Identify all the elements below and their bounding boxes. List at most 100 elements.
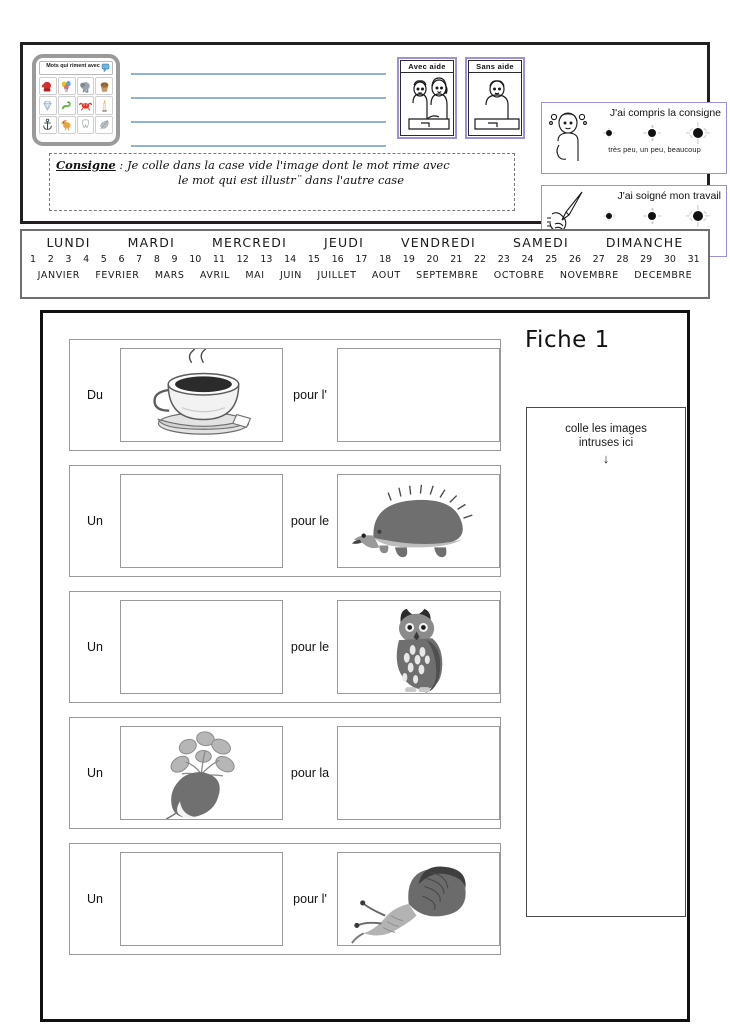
day-number[interactable]: 28 [616,254,628,265]
exercise-row: Un pour la [69,717,501,829]
day-number[interactable]: 11 [213,254,225,265]
day-number[interactable]: 26 [569,254,581,265]
day-number[interactable]: 13 [260,254,272,265]
balloons-icon [57,77,76,96]
day-number[interactable]: 16 [332,254,344,265]
row-image-box-left[interactable] [120,726,283,820]
exercise-row: Un pour le [69,591,501,703]
assessment-understood-dots[interactable] [588,121,721,145]
month-item[interactable]: FEVRIER [95,270,139,281]
intruder-images-dropzone[interactable]: colle les images intruses ici ↓ [526,407,686,917]
day-number[interactable]: 15 [308,254,320,265]
day-number[interactable]: 8 [154,254,160,265]
rating-option-un-peu[interactable] [643,208,662,224]
date-strip[interactable]: LUNDI MARDI MERCREDI JEUDI VENDREDI SAME… [20,229,710,299]
row-connector: pour le [290,514,330,528]
crab-icon [76,96,95,115]
day-number[interactable]: 17 [355,254,367,265]
month-item[interactable]: NOVEMBRE [560,270,619,281]
exercise-row: Un pour le [69,465,501,577]
row-image-box-right[interactable] [337,348,500,442]
month-item[interactable]: JANVIER [38,270,80,281]
hedgehog-icon [351,484,473,558]
weekday-item[interactable]: MERCREDI [212,235,287,250]
muffin-icon [95,77,113,96]
row-image-box-right[interactable] [337,474,500,568]
day-number[interactable]: 5 [101,254,107,265]
assessment-understood-instruction[interactable]: J'ai compris la consigne très peu, un pe… [541,102,727,174]
day-number[interactable]: 24 [521,254,533,265]
day-number[interactable]: 9 [172,254,178,265]
month-item[interactable]: DECEMBRE [634,270,692,281]
weekday-item[interactable]: JEUDI [324,235,364,250]
down-arrow-icon: ↓ [602,451,610,466]
sans-aide-card[interactable]: Sans aide [465,57,525,139]
elephant-icon [76,77,95,96]
weekday-item[interactable]: DIMANCHE [606,235,684,250]
row-image-box-left[interactable] [120,852,283,946]
weekday-item[interactable]: VENDREDI [401,235,476,250]
day-number[interactable]: 30 [664,254,676,265]
day-number[interactable]: 1 [30,254,36,265]
day-number[interactable]: 3 [65,254,71,265]
leaf-icon [95,115,113,134]
weekday-row[interactable]: LUNDI MARDI MERCREDI JEUDI VENDREDI SAME… [22,231,708,250]
month-item[interactable]: MAI [245,270,264,281]
rating-option-tres-peu[interactable] [603,128,616,138]
row-image-box-left[interactable] [120,600,283,694]
day-number[interactable]: 31 [688,254,700,265]
day-number-row[interactable]: 1 2 3 4 5 6 7 8 9 10 11 12 13 14 15 16 1… [22,250,708,265]
day-number[interactable]: 6 [118,254,124,265]
row-article: Un [87,892,103,906]
page-title: Fiche 1 [525,327,610,353]
day-number[interactable]: 22 [474,254,486,265]
month-item[interactable]: OCTOBRE [494,270,545,281]
rating-option-tres-peu[interactable] [603,211,616,221]
rating-option-beaucoup[interactable] [685,205,710,227]
month-item[interactable]: AVRIL [200,270,230,281]
month-item[interactable]: SEPTEMBRE [416,270,478,281]
month-item[interactable]: MARS [155,270,185,281]
one-pupil-icon [468,73,522,136]
row-image-box-left[interactable] [120,348,283,442]
weekday-item[interactable]: MARDI [128,235,175,250]
row-image-box-left[interactable] [120,474,283,568]
day-number[interactable]: 25 [545,254,557,265]
consigne-line-1: Je colle dans la case vide l'image dont … [126,158,450,172]
assessment-neat-dots[interactable] [588,204,721,228]
month-item[interactable]: JUILLET [317,270,356,281]
day-number[interactable]: 4 [83,254,89,265]
weekday-item[interactable]: SAMEDI [513,235,569,250]
day-number[interactable]: 10 [189,254,201,265]
row-image-box-right[interactable] [337,852,500,946]
thinking-pupil-icon [546,107,588,163]
day-number[interactable]: 29 [640,254,652,265]
row-article: Du [87,388,103,402]
month-row[interactable]: JANVIER FEVRIER MARS AVRIL MAI JUIN JUIL… [22,265,708,281]
exercise-row: Un pour l' [69,843,501,955]
rating-option-beaucoup[interactable] [685,122,710,144]
weekday-item[interactable]: LUNDI [47,235,91,250]
day-number[interactable]: 21 [450,254,462,265]
day-number[interactable]: 27 [593,254,605,265]
worksheet-header: Mots qui riment avec Avec aide Sans aide… [20,42,727,257]
row-image-box-right[interactable] [337,600,500,694]
day-number[interactable]: 23 [498,254,510,265]
day-number[interactable]: 20 [427,254,439,265]
day-number[interactable]: 7 [136,254,142,265]
two-pupils-icon [400,73,454,136]
row-connector: pour l' [293,388,327,402]
avec-aide-card[interactable]: Avec aide [397,57,457,139]
day-number[interactable]: 2 [48,254,54,265]
day-number[interactable]: 18 [379,254,391,265]
month-item[interactable]: AOUT [372,270,401,281]
help-level-group: Avec aide Sans aide [397,57,525,139]
day-number[interactable]: 14 [284,254,296,265]
candle-icon [95,96,113,115]
rating-option-un-peu[interactable] [643,125,662,141]
consigne-box: Consigne : Je colle dans la case vide l'… [49,153,515,211]
day-number[interactable]: 12 [237,254,249,265]
month-item[interactable]: JUIN [280,270,302,281]
row-image-box-right[interactable] [337,726,500,820]
day-number[interactable]: 19 [403,254,415,265]
